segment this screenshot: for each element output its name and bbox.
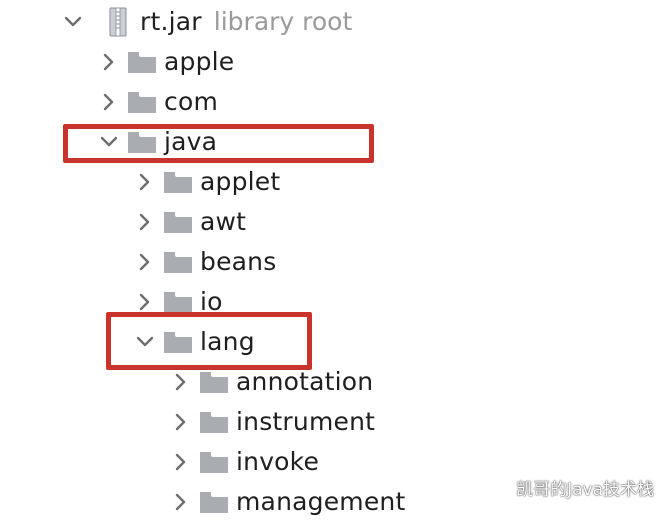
tree-node-annotation[interactable]: annotation	[170, 362, 373, 402]
tree-node-label: annotation	[236, 367, 374, 396]
tree-node-awt[interactable]: awt	[134, 202, 246, 242]
folder-icon	[200, 451, 228, 473]
tree-node-java[interactable]: java	[98, 122, 217, 162]
folder-icon	[164, 171, 192, 193]
folder-icon	[164, 251, 192, 273]
chevron-down-icon[interactable]	[98, 131, 120, 153]
tree-node-label: applet	[200, 167, 281, 196]
folder-icon	[164, 211, 192, 233]
folder-icon	[200, 411, 228, 433]
tree-node-label: java	[164, 127, 218, 156]
tree-node-management[interactable]: management	[170, 482, 405, 522]
chevron-right-icon[interactable]	[98, 91, 120, 113]
chevron-right-icon[interactable]	[170, 411, 192, 433]
project-tree: rt.jar library root apple com java apple…	[0, 0, 668, 522]
chevron-right-icon[interactable]	[134, 251, 156, 273]
chevron-right-icon[interactable]	[170, 491, 192, 513]
folder-icon	[128, 131, 156, 153]
tree-node-label: io	[200, 287, 223, 316]
library-root-hint: library root	[213, 7, 353, 36]
folder-icon	[200, 491, 228, 513]
tree-node-invoke[interactable]: invoke	[170, 442, 319, 482]
tree-node-beans[interactable]: beans	[134, 242, 276, 282]
wechat-icon	[487, 478, 510, 497]
tree-node-label: invoke	[236, 447, 320, 476]
chevron-right-icon[interactable]	[170, 451, 192, 473]
tree-node-instrument[interactable]: instrument	[170, 402, 375, 442]
chevron-right-icon[interactable]	[134, 291, 156, 313]
jar-archive-icon	[106, 7, 132, 37]
folder-icon	[200, 371, 228, 393]
tree-node-label: instrument	[236, 407, 376, 436]
tree-node-label: com	[164, 87, 218, 116]
chevron-right-icon[interactable]	[170, 371, 192, 393]
folder-icon	[128, 91, 156, 113]
tree-node-lang[interactable]: lang	[134, 322, 255, 362]
folder-icon	[164, 291, 192, 313]
folder-icon	[128, 51, 156, 73]
chevron-right-icon[interactable]	[134, 171, 156, 193]
tree-node-label: awt	[200, 207, 247, 236]
tree-node-com[interactable]: com	[98, 82, 218, 122]
chevron-down-icon[interactable]	[62, 11, 84, 33]
tree-node-rt-jar[interactable]: rt.jar library root	[62, 2, 352, 42]
tree-node-label: apple	[164, 47, 235, 76]
tree-node-label: rt.jar	[140, 7, 202, 36]
chevron-down-icon[interactable]	[134, 331, 156, 353]
watermark-text: 凯哥的Java技术栈	[516, 480, 654, 500]
watermark: 凯哥的Java技术栈	[487, 475, 654, 500]
chevron-right-icon[interactable]	[98, 51, 120, 73]
folder-icon	[164, 331, 192, 353]
tree-node-label: beans	[200, 247, 277, 276]
tree-node-label: management	[236, 487, 406, 516]
tree-node-apple[interactable]: apple	[98, 42, 234, 82]
tree-node-applet[interactable]: applet	[134, 162, 280, 202]
tree-node-label: lang	[200, 327, 255, 356]
chevron-right-icon[interactable]	[134, 211, 156, 233]
tree-node-io[interactable]: io	[134, 282, 223, 322]
